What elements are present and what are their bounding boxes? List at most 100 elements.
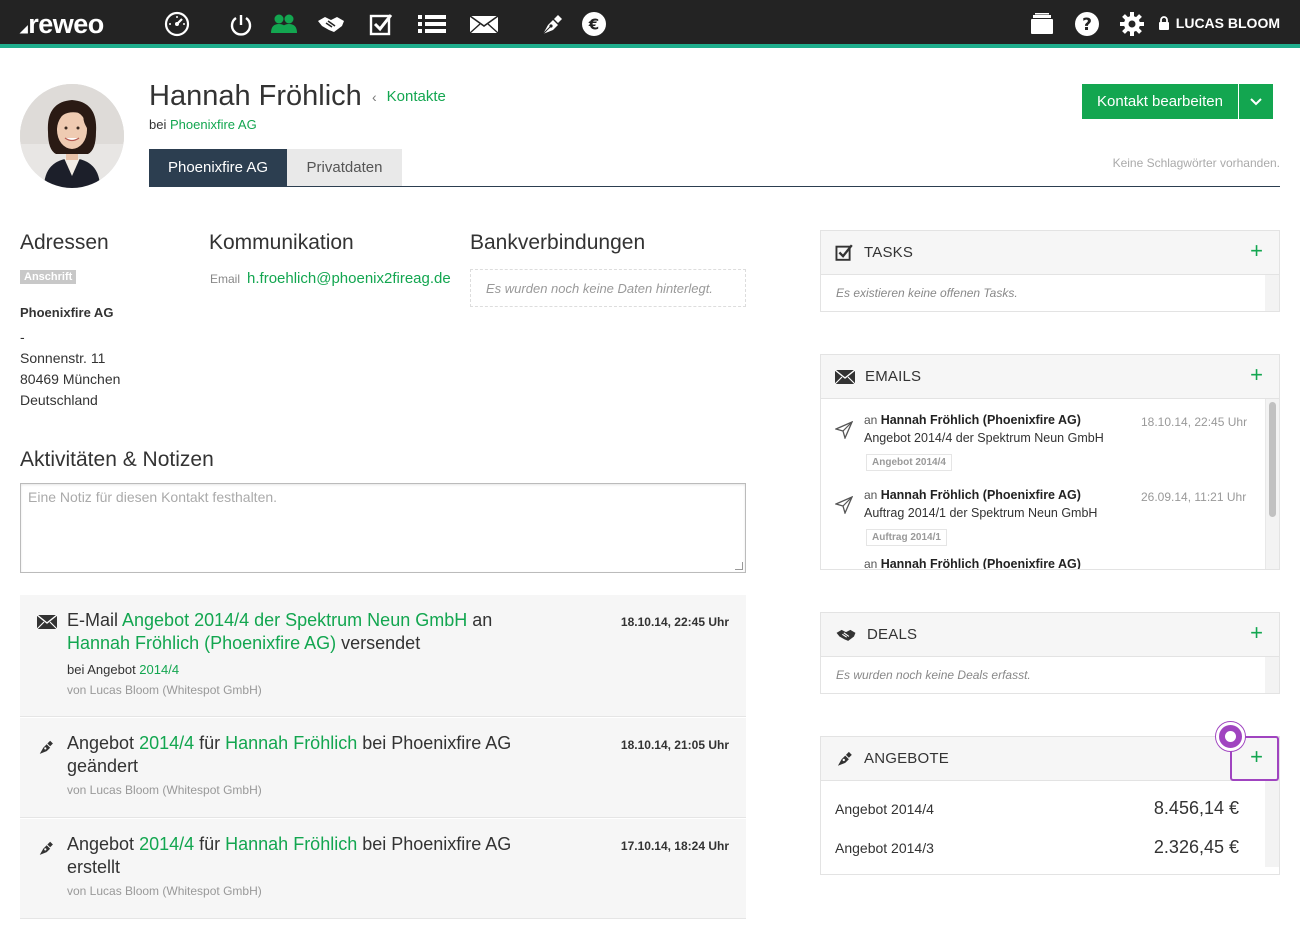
tasks-icon — [835, 244, 853, 261]
activity-time: 18.10.14, 21:05 Uhr — [620, 738, 729, 752]
address-line: Deutschland — [20, 392, 98, 408]
list-icon[interactable] — [417, 10, 447, 38]
archive-icon[interactable] — [1027, 10, 1057, 38]
emails-widget: EMAILS + an Hannah Fröhlich (Phoenixfire… — [820, 354, 1280, 570]
email-entry: Email h.froehlich@phoenix2fireag.de — [210, 270, 451, 287]
deals-widget: DEALS + Es wurden noch keine Deals erfas… — [820, 612, 1280, 694]
mail-icon — [835, 369, 855, 384]
activity-email-link[interactable]: Angebot 2014/4 der Spektrum Neun GmbH — [122, 610, 467, 630]
email-label: Email — [210, 272, 241, 286]
tasks-title: TASKS — [864, 244, 914, 261]
offer-name: Angebot 2014/4 — [835, 800, 934, 817]
deals-empty-state: Es wurden noch keine Deals erfasst. — [821, 657, 1279, 693]
bank-empty-state: Es wurden noch keine Daten hinterlegt. — [470, 269, 746, 307]
edit-dropdown-button[interactable] — [1238, 84, 1273, 119]
deals-icon[interactable] — [316, 10, 346, 38]
settings-icon[interactable] — [1117, 10, 1147, 38]
power-icon[interactable] — [226, 10, 256, 38]
mail-icon[interactable] — [469, 10, 499, 38]
email-list-item[interactable]: an Hannah Fröhlich (Phoenixfire AG) Auft… — [821, 474, 1279, 549]
address-type-badge: Anschrift — [20, 270, 77, 284]
chevron-left-icon: ‹ — [372, 88, 377, 105]
contact-avatar — [20, 84, 124, 188]
email-reference-chip[interactable]: Angebot 2014/4 — [866, 454, 952, 471]
emails-title: EMAILS — [865, 368, 922, 385]
email-list-item[interactable]: an Hannah Fröhlich (Phoenixfire AG) Ange… — [821, 399, 1279, 474]
email-recipient: an Hannah Fröhlich (Phoenixfire AG) — [864, 557, 1081, 570]
address-line: 80469 München — [20, 371, 121, 387]
email-recipient: an Hannah Fröhlich (Phoenixfire AG) — [864, 413, 1081, 427]
email-scroll-track[interactable] — [1265, 399, 1279, 569]
activity-title: Angebot 2014/4 für Hannah Fröhlich bei P… — [67, 834, 512, 877]
offer-row[interactable]: Angebot 2014/3 2.326,45 € — [821, 828, 1279, 867]
breadcrumb[interactable]: ‹ Kontakte — [372, 88, 446, 105]
activity-title: E-Mail Angebot 2014/4 der Spektrum Neun … — [67, 610, 493, 653]
offers-icon — [37, 738, 55, 761]
user-name: LUCAS BLOOM — [1175, 15, 1280, 31]
email-date: 18.10.14, 22:45 Uhr — [1141, 415, 1248, 429]
tab-company[interactable]: Phoenixfire AG — [149, 149, 287, 186]
finance-icon[interactable]: € — [579, 10, 609, 38]
email-reference-chip[interactable]: Auftrag 2014/1 — [866, 529, 947, 546]
mail-icon — [36, 614, 58, 634]
offers-title: ANGEBOTE — [864, 750, 949, 767]
contacts-icon[interactable] — [269, 10, 299, 38]
company-line: bei Phoenixfire AG — [149, 117, 257, 132]
bank-heading: Bankverbindungen — [470, 231, 646, 254]
help-icon[interactable]: ? — [1072, 10, 1102, 38]
activity-author: von Lucas Bloom (Whitespot GmbH) — [67, 783, 262, 797]
company-link[interactable]: Phoenixfire AG — [170, 117, 257, 132]
add-task-button[interactable]: + — [1250, 240, 1263, 262]
activity-title: Angebot 2014/4 für Hannah Fröhlich bei P… — [67, 733, 512, 776]
activity-item: E-Mail Angebot 2014/4 der Spektrum Neun … — [20, 595, 746, 717]
email-scrollbar-thumb[interactable] — [1269, 402, 1276, 517]
offers-widget: ANGEBOTE + Angebot 2014/4 8.456,14 € Ang… — [820, 736, 1280, 875]
deals-title: DEALS — [867, 626, 918, 643]
tasks-widget-header: TASKS + — [821, 231, 1279, 275]
email-list-item-partial[interactable]: an Hannah Fröhlich (Phoenixfire AG) — [821, 549, 1279, 569]
resize-grip-icon[interactable] — [735, 562, 743, 570]
svg-text:?: ? — [1082, 15, 1092, 35]
activity-contact-link[interactable]: Hannah Fröhlich — [225, 834, 357, 854]
activity-offer-link[interactable]: 2014/4 — [139, 662, 179, 677]
offers-icon — [837, 751, 852, 766]
activity-offer-link[interactable]: 2014/4 — [139, 834, 194, 854]
tab-private[interactable]: Privatdaten — [287, 149, 402, 186]
reweo-logo[interactable]: ◢reweo — [20, 9, 104, 40]
tasks-icon[interactable] — [366, 10, 396, 38]
activity-offer-link[interactable]: 2014/4 — [139, 733, 194, 753]
activity-context: bei Angebot 2014/4 — [67, 662, 180, 677]
communication-heading: Kommunikation — [209, 231, 354, 254]
dashboard-icon[interactable] — [162, 10, 192, 38]
cursor-indicator-icon — [1216, 722, 1245, 751]
breadcrumb-contacts-link[interactable]: Kontakte — [387, 88, 446, 105]
offer-row[interactable]: Angebot 2014/4 8.456,14 € — [821, 789, 1279, 828]
note-placeholder: Eine Notiz für diesen Kontakt festhalten… — [28, 489, 278, 505]
email-link[interactable]: h.froehlich@phoenix2fireag.de — [247, 270, 451, 287]
tasks-widget: TASKS + Es existieren keine offenen Task… — [820, 230, 1280, 312]
activity-author: von Lucas Bloom (Whitespot GmbH) — [67, 884, 262, 898]
tasks-empty-state: Es existieren keine offenen Tasks. — [821, 275, 1279, 311]
svg-text:€: € — [588, 16, 599, 34]
addresses-heading: Adressen — [20, 231, 109, 254]
address-block: Phoenixfire AG - Sonnenstr. 11 80469 Mün… — [20, 302, 120, 411]
activity-time: 17.10.14, 18:24 Uhr — [620, 839, 729, 853]
emails-widget-header: EMAILS + — [821, 355, 1279, 399]
lock-icon — [1158, 16, 1169, 30]
offer-amount: 8.456,14 € — [1153, 798, 1239, 818]
address-line: - — [20, 329, 25, 345]
offer-name: Angebot 2014/3 — [835, 839, 934, 856]
email-subject: Auftrag 2014/1 der Spektrum Neun GmbH — [864, 506, 1098, 520]
activity-time: 18.10.14, 22:45 Uhr — [620, 615, 729, 629]
top-navigation-bar: ◢reweo € ? LUCAS BLOOM — [0, 0, 1300, 48]
activity-contact-link[interactable]: Hannah Fröhlich (Phoenixfire AG) — [67, 633, 336, 653]
add-deal-button[interactable]: + — [1250, 622, 1263, 644]
activity-author: von Lucas Bloom (Whitespot GmbH) — [67, 683, 262, 697]
offers-icon[interactable] — [537, 10, 567, 38]
note-input[interactable]: Eine Notiz für diesen Kontakt festhalten… — [20, 483, 746, 573]
email-recipient: an Hannah Fröhlich (Phoenixfire AG) — [864, 488, 1081, 502]
activity-contact-link[interactable]: Hannah Fröhlich — [225, 733, 357, 753]
add-email-button[interactable]: + — [1250, 364, 1263, 386]
edit-contact-button[interactable]: Kontakt bearbeiten — [1082, 84, 1239, 119]
user-menu[interactable]: LUCAS BLOOM — [1158, 15, 1280, 31]
